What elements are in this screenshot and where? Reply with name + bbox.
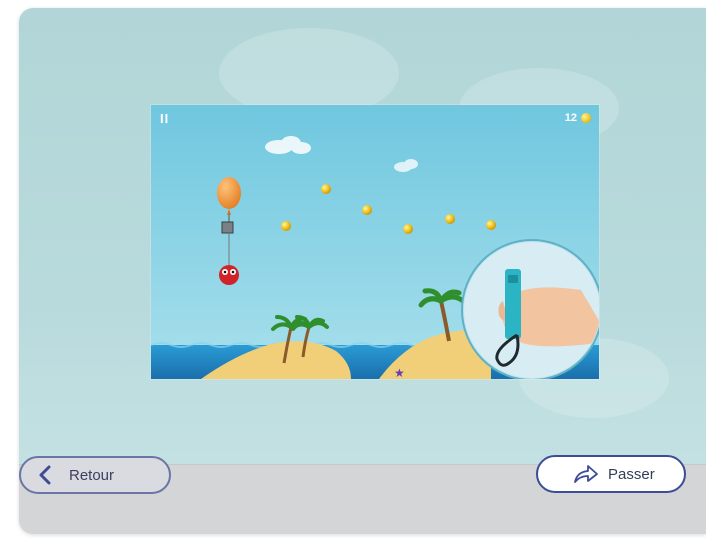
coin-icon [581,113,591,123]
skip-button[interactable]: Passer [536,455,686,493]
pause-button[interactable]: II [160,111,169,126]
back-button[interactable]: Retour [19,456,171,494]
game-scene: ★ [151,105,599,379]
skip-label: Passer [608,465,655,483]
starfish-icon: ★ [394,366,405,379]
score-counter: 12 [565,112,591,124]
game-preview: ★ II 12 [151,105,599,379]
share-arrow-icon [568,464,604,484]
score-value: 12 [564,112,577,124]
controller-hint-bubble [461,239,599,379]
back-label: Retour [69,466,115,484]
chevron-left-icon [27,465,63,485]
